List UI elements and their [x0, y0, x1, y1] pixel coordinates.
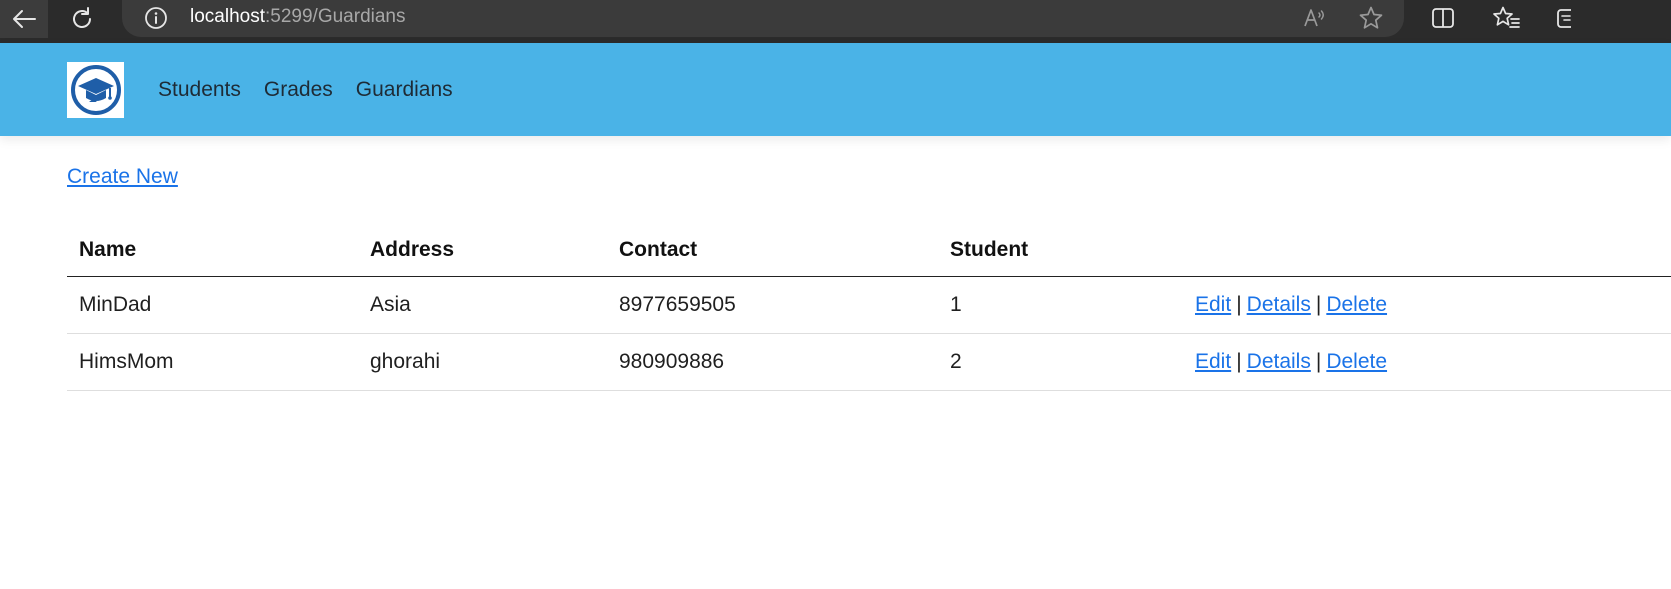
nav-links: Students Grades Guardians [158, 77, 453, 103]
details-link[interactable]: Details [1247, 293, 1311, 316]
column-header-actions [1183, 224, 1671, 277]
table-header-row: Name Address Contact Student [67, 224, 1671, 277]
nav-link-students[interactable]: Students [158, 77, 241, 103]
cell-name: MinDad [67, 276, 358, 334]
delete-link[interactable]: Delete [1326, 350, 1387, 373]
info-icon[interactable] [144, 6, 168, 30]
favorites-icon[interactable] [1492, 5, 1520, 31]
site-navbar: Students Grades Guardians [0, 43, 1671, 136]
cell-student: 2 [938, 333, 1183, 391]
column-header-name: Name [67, 224, 358, 277]
graduation-cap-icon [70, 65, 121, 115]
delete-link[interactable]: Delete [1326, 293, 1387, 316]
edit-link[interactable]: Edit [1195, 350, 1231, 373]
action-separator: | [1236, 350, 1242, 373]
url-text[interactable]: localhost:5299/Guardians [190, 5, 406, 29]
star-icon[interactable] [1358, 5, 1384, 31]
cell-name: HimsMom [67, 333, 358, 391]
nav-link-guardians[interactable]: Guardians [356, 77, 453, 103]
action-separator: | [1315, 293, 1322, 316]
cell-contact: 980909886 [607, 333, 938, 391]
read-aloud-icon[interactable] [1302, 6, 1326, 30]
url-host: localhost [190, 6, 265, 27]
back-button[interactable] [0, 0, 48, 38]
edit-link[interactable]: Edit [1195, 293, 1231, 316]
column-header-contact: Contact [607, 224, 938, 277]
guardians-table: Name Address Contact Student MinDad Asia… [67, 224, 1671, 391]
table-row: MinDad Asia 8977659505 1 Edit | Details | De… [67, 276, 1671, 334]
address-bar[interactable]: localhost:5299/Guardians [122, 0, 1404, 37]
cell-actions: Edit | Details | Delete [1183, 333, 1671, 391]
cell-address: Asia [358, 276, 607, 334]
cell-contact: 8977659505 [607, 276, 938, 334]
create-new-link[interactable]: Create New [67, 164, 178, 190]
nav-link-grades[interactable]: Grades [264, 77, 333, 103]
table-row: HimsMom ghorahi 980909886 2 Edit | Details… [67, 333, 1671, 391]
url-path: :5299/Guardians [265, 6, 406, 27]
details-link[interactable]: Details [1247, 350, 1311, 373]
cell-student: 1 [938, 276, 1183, 334]
action-separator: | [1315, 350, 1322, 373]
collections-icon[interactable] [1554, 5, 1571, 31]
column-header-address: Address [358, 224, 607, 277]
refresh-icon [73, 7, 91, 28]
column-header-student: Student [938, 224, 1183, 277]
cell-actions: Edit | Details | Delete [1183, 276, 1671, 334]
site-logo[interactable] [67, 62, 124, 118]
browser-toolbar: localhost:5299/Guardians [0, 0, 1671, 43]
refresh-button[interactable] [64, 0, 100, 38]
cell-address: ghorahi [358, 333, 607, 391]
split-screen-icon[interactable] [1430, 5, 1456, 31]
action-separator: | [1236, 293, 1242, 316]
arrow-left-icon [13, 10, 36, 28]
